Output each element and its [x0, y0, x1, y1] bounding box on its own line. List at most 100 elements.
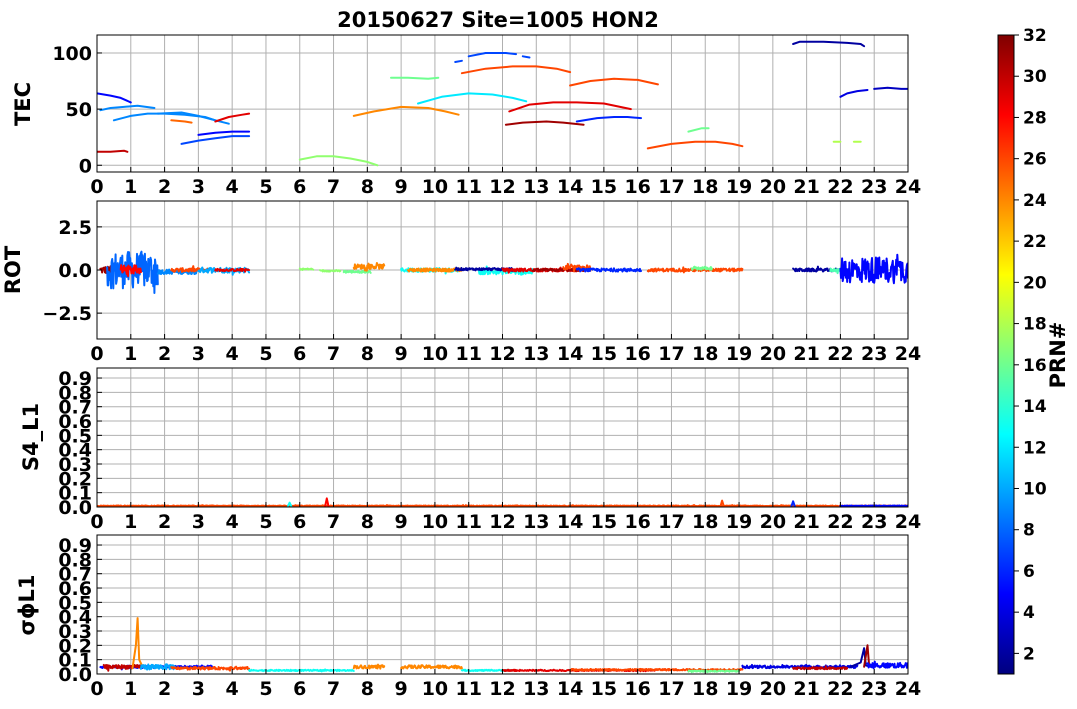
x-tick-label: 7 — [327, 511, 340, 533]
x-tick-label: 15 — [591, 176, 617, 198]
x-tick-label: 20 — [760, 343, 786, 365]
x-tick-label: 12 — [489, 343, 515, 365]
x-tick-label: 3 — [192, 176, 205, 198]
x-tick-label: 15 — [591, 343, 617, 365]
x-tick-label: 16 — [624, 176, 650, 198]
x-tick-label: 11 — [455, 176, 481, 198]
x-tick-label: 17 — [658, 176, 684, 198]
x-tick-label: 3 — [192, 678, 205, 700]
x-tick-label: 5 — [259, 176, 272, 198]
x-tick-label: 18 — [692, 511, 718, 533]
series-prn-12 — [417, 92, 528, 105]
series-prn-5 — [197, 130, 251, 136]
x-tick-label: 22 — [827, 678, 853, 700]
series-prn-26 — [569, 77, 659, 87]
x-tick-label: 14 — [557, 176, 583, 198]
series-prn-7 — [467, 52, 517, 58]
x-tick-label: 20 — [760, 511, 786, 533]
series-prn-7 — [454, 59, 463, 63]
gnss-scintillation-figure: 20150627 Site=1005 HON2 0 1 2 3 4 5 6 7 8 9 10 11 12… — [1, 8, 1070, 700]
x-tick-label: 24 — [895, 678, 921, 700]
series-prn-10 — [139, 663, 176, 671]
x-tick-label: 19 — [726, 511, 752, 533]
x-tick-label: 8 — [361, 511, 374, 533]
panel-3: 0 1 2 3 4 5 6 7 8 9 10 11 12 13 14 15 16 17 18 19 20 21 22 23 24… — [19, 367, 921, 533]
series-prn-31 — [504, 120, 585, 126]
x-tick-label: 17 — [658, 511, 684, 533]
series-prn-17 — [319, 269, 342, 273]
colorbar-tick-label: 28 — [1023, 108, 1047, 128]
y-tick-label: 50 — [66, 99, 92, 121]
series-prn-7 — [521, 55, 531, 59]
x-tick-label: 5 — [259, 511, 272, 533]
colorbar-gradient — [997, 34, 1015, 675]
y-axis-label: S4_L1 — [19, 403, 43, 471]
x-tick-label: 13 — [523, 343, 549, 365]
series-prn-30 — [97, 149, 129, 153]
x-tick-label: 22 — [827, 511, 853, 533]
x-tick-label: 7 — [327, 343, 340, 365]
x-tick-label: 11 — [455, 511, 481, 533]
x-tick-label: 15 — [591, 678, 617, 700]
panel-2: 0 1 2 3 4 5 6 7 8 9 10 11 12 13 14 15 16 17 18 19 20 21 22 23 24… — [1, 200, 921, 365]
series-prn-24 — [131, 617, 144, 670]
series-prn-13 — [248, 668, 355, 673]
x-tick-label: 14 — [557, 511, 583, 533]
x-tick-label: 18 — [692, 678, 718, 700]
colorbar-tick-label: 10 — [1023, 479, 1047, 499]
x-tick-label: 3 — [192, 511, 205, 533]
x-tick-label: 5 — [259, 343, 272, 365]
y-axis-label: σϕL1 — [15, 574, 39, 635]
series-prn-5 — [97, 92, 132, 104]
x-tick-label: 21 — [793, 511, 819, 533]
y-tick-label: 100 — [52, 43, 92, 65]
panels-layer: 0 1 2 3 4 5 6 7 8 9 10 11 12 13 14 15 16 17 18 19 20 21 22 23 24… — [1, 34, 921, 700]
series-prn-2 — [792, 40, 866, 48]
colorbar-tick-label: 24 — [1023, 191, 1047, 211]
x-tick-label: 11 — [455, 678, 481, 700]
series-prn-24 — [406, 267, 463, 273]
x-tick-label: 14 — [557, 343, 583, 365]
x-tick-label: 13 — [523, 511, 549, 533]
x-tick-label: 18 — [692, 343, 718, 365]
x-tick-label: 22 — [827, 343, 853, 365]
panel-1: 0 1 2 3 4 5 6 7 8 9 10 11 12 13 14 15 16 17 18 19 20 21 22 23 24… — [11, 34, 921, 198]
colorbar-tick-label: 16 — [1023, 356, 1047, 376]
x-tick-label: 0 — [90, 343, 103, 365]
x-tick-label: 24 — [895, 343, 921, 365]
series-prn-16 — [390, 76, 440, 80]
y-tick-label: 0.9 — [58, 368, 92, 390]
x-tick-label: 16 — [624, 511, 650, 533]
y-tick-label: −2.5 — [42, 303, 92, 325]
series-prn-24 — [352, 663, 386, 670]
x-tick-label: 18 — [692, 176, 718, 198]
x-tick-label: 1 — [124, 511, 137, 533]
x-tick-label: 12 — [489, 176, 515, 198]
x-tick-label: 10 — [422, 176, 448, 198]
series-prn-3 — [873, 86, 908, 90]
colorbar-tick-label: 12 — [1023, 438, 1047, 458]
colorbar-tick-label: 4 — [1023, 603, 1035, 623]
x-tick-label: 7 — [327, 678, 340, 700]
y-tick-label: 0.0 — [58, 260, 92, 282]
x-tick-label: 2 — [158, 511, 171, 533]
x-tick-label: 23 — [861, 176, 887, 198]
colorbar-tick-label: 2 — [1023, 644, 1035, 664]
series-prn-16 — [690, 265, 713, 271]
x-tick-label: 23 — [861, 678, 887, 700]
series-group — [99, 250, 908, 294]
series-prn-26 — [460, 65, 572, 75]
x-tick-label: 10 — [422, 511, 448, 533]
grid — [96, 535, 909, 675]
y-tick-label: 2.5 — [58, 217, 92, 239]
x-tick-label: 4 — [226, 678, 239, 700]
x-tick-label: 5 — [259, 678, 272, 700]
x-tick-label: 9 — [395, 678, 408, 700]
colorbar-tick-label: 30 — [1023, 67, 1047, 87]
colorbar: PRN# 2468101214161820222426283032 — [997, 26, 1070, 675]
x-tick-label: 22 — [827, 176, 853, 198]
x-tick-label: 4 — [226, 176, 239, 198]
x-tick-label: 23 — [861, 511, 887, 533]
chart-title: 20150627 Site=1005 HON2 — [337, 8, 659, 32]
colorbar-tick-label: 6 — [1023, 562, 1035, 582]
